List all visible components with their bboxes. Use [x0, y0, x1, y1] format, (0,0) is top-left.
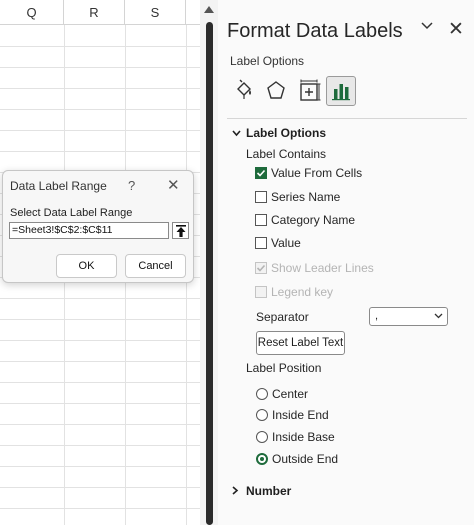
grid-line [0, 361, 200, 362]
section-number-header[interactable]: Number [232, 484, 291, 498]
grid-line [0, 67, 200, 68]
format-data-labels-pane: Format Data Labels ✕ Label Options Label… [218, 0, 474, 525]
reset-label-text-button[interactable]: Reset Label Text [256, 331, 345, 355]
chevron-down-icon[interactable] [421, 22, 433, 30]
grid-line [0, 445, 200, 446]
grid-line [0, 319, 200, 320]
pane-title: Format Data Labels [227, 20, 403, 42]
label-options-icon [332, 84, 350, 101]
caret-right-icon [232, 484, 246, 498]
checkbox-label: Value From Cells [271, 166, 363, 180]
collapse-arrow-icon [176, 225, 186, 237]
dialog-title: Data Label Range [10, 179, 107, 193]
radio-button[interactable] [256, 409, 268, 421]
column-header-s[interactable]: S [125, 0, 186, 25]
checkbox-label: Legend key [271, 285, 334, 299]
chevron-down-icon [434, 313, 443, 319]
checkbox-box [255, 262, 267, 274]
checkbox-box [255, 286, 267, 298]
checkbox-box[interactable] [255, 237, 267, 249]
radio-label: Inside Base [272, 430, 335, 444]
grid-line [0, 508, 200, 509]
pane-subtitle: Label Options [230, 54, 305, 68]
data-label-range-dialog: Data Label Range ? ✕ Select Data Label R… [2, 170, 194, 283]
checkbox-box[interactable] [255, 214, 267, 226]
grid-line [0, 340, 200, 341]
grid-line [0, 487, 200, 488]
dialog-close-button[interactable]: ✕ [167, 176, 180, 194]
grid-line [0, 424, 200, 425]
pane-splitter[interactable] [200, 0, 218, 525]
grid-line [0, 403, 200, 404]
cancel-button[interactable]: Cancel [125, 254, 186, 278]
grid-line [0, 109, 200, 110]
label-contains-heading: Label Contains [246, 147, 327, 161]
caret-down-icon [232, 126, 246, 140]
range-field-label: Select Data Label Range [10, 207, 133, 219]
tab-size-properties[interactable] [294, 76, 324, 106]
column-header-q[interactable]: Q [0, 0, 64, 25]
checkbox-box[interactable] [255, 191, 267, 203]
grid-line [0, 298, 200, 299]
separator-select[interactable]: , [369, 307, 448, 326]
radio-button[interactable] [256, 431, 268, 443]
checkbox-label: Category Name [271, 213, 356, 227]
scrollbar-thumb[interactable] [206, 22, 213, 525]
grid-line [0, 151, 200, 152]
collapse-dialog-button[interactable] [172, 222, 189, 239]
effects-icon [267, 81, 285, 99]
radio-label: Outside End [272, 452, 339, 466]
scroll-up-arrow-icon[interactable] [204, 6, 214, 13]
section-label-options-title: Label Options [246, 126, 327, 140]
column-header-row: Q R S [0, 0, 200, 25]
grid-line [0, 46, 200, 47]
checkbox-label: Series Name [271, 190, 341, 204]
separator-label: Separator [256, 310, 309, 324]
tab-divider [227, 118, 467, 119]
help-button[interactable]: ? [128, 178, 135, 193]
checkmark-icon [256, 169, 266, 177]
checkbox-label: Show Leader Lines [271, 261, 374, 275]
radio-label: Center [272, 387, 309, 401]
radio-button[interactable] [256, 453, 268, 465]
checkmark-icon [256, 264, 266, 272]
column-header-r[interactable]: R [64, 0, 125, 25]
grid-line [0, 130, 200, 131]
fill-line-icon [237, 79, 251, 99]
tab-label-options[interactable] [326, 76, 356, 106]
checkbox-label: Value [271, 236, 301, 250]
ok-button[interactable]: OK [56, 254, 117, 278]
checkbox-box[interactable] [255, 167, 267, 179]
range-input[interactable]: =Sheet3!$C$2:$C$11 [9, 222, 169, 239]
size-properties-icon [300, 79, 321, 101]
radio-button[interactable] [256, 388, 268, 400]
pane-close-button[interactable]: ✕ [448, 18, 464, 41]
label-position-heading: Label Position [246, 361, 322, 375]
grid-line [0, 88, 200, 89]
grid-line [0, 466, 200, 467]
radio-label: Inside End [272, 408, 329, 422]
section-number-title: Number [246, 484, 292, 498]
tab-effects[interactable] [261, 76, 291, 106]
tab-fill-line[interactable] [229, 76, 259, 106]
separator-value: , [375, 310, 379, 322]
section-label-options-header[interactable]: Label Options [232, 126, 326, 140]
grid-line [0, 382, 200, 383]
